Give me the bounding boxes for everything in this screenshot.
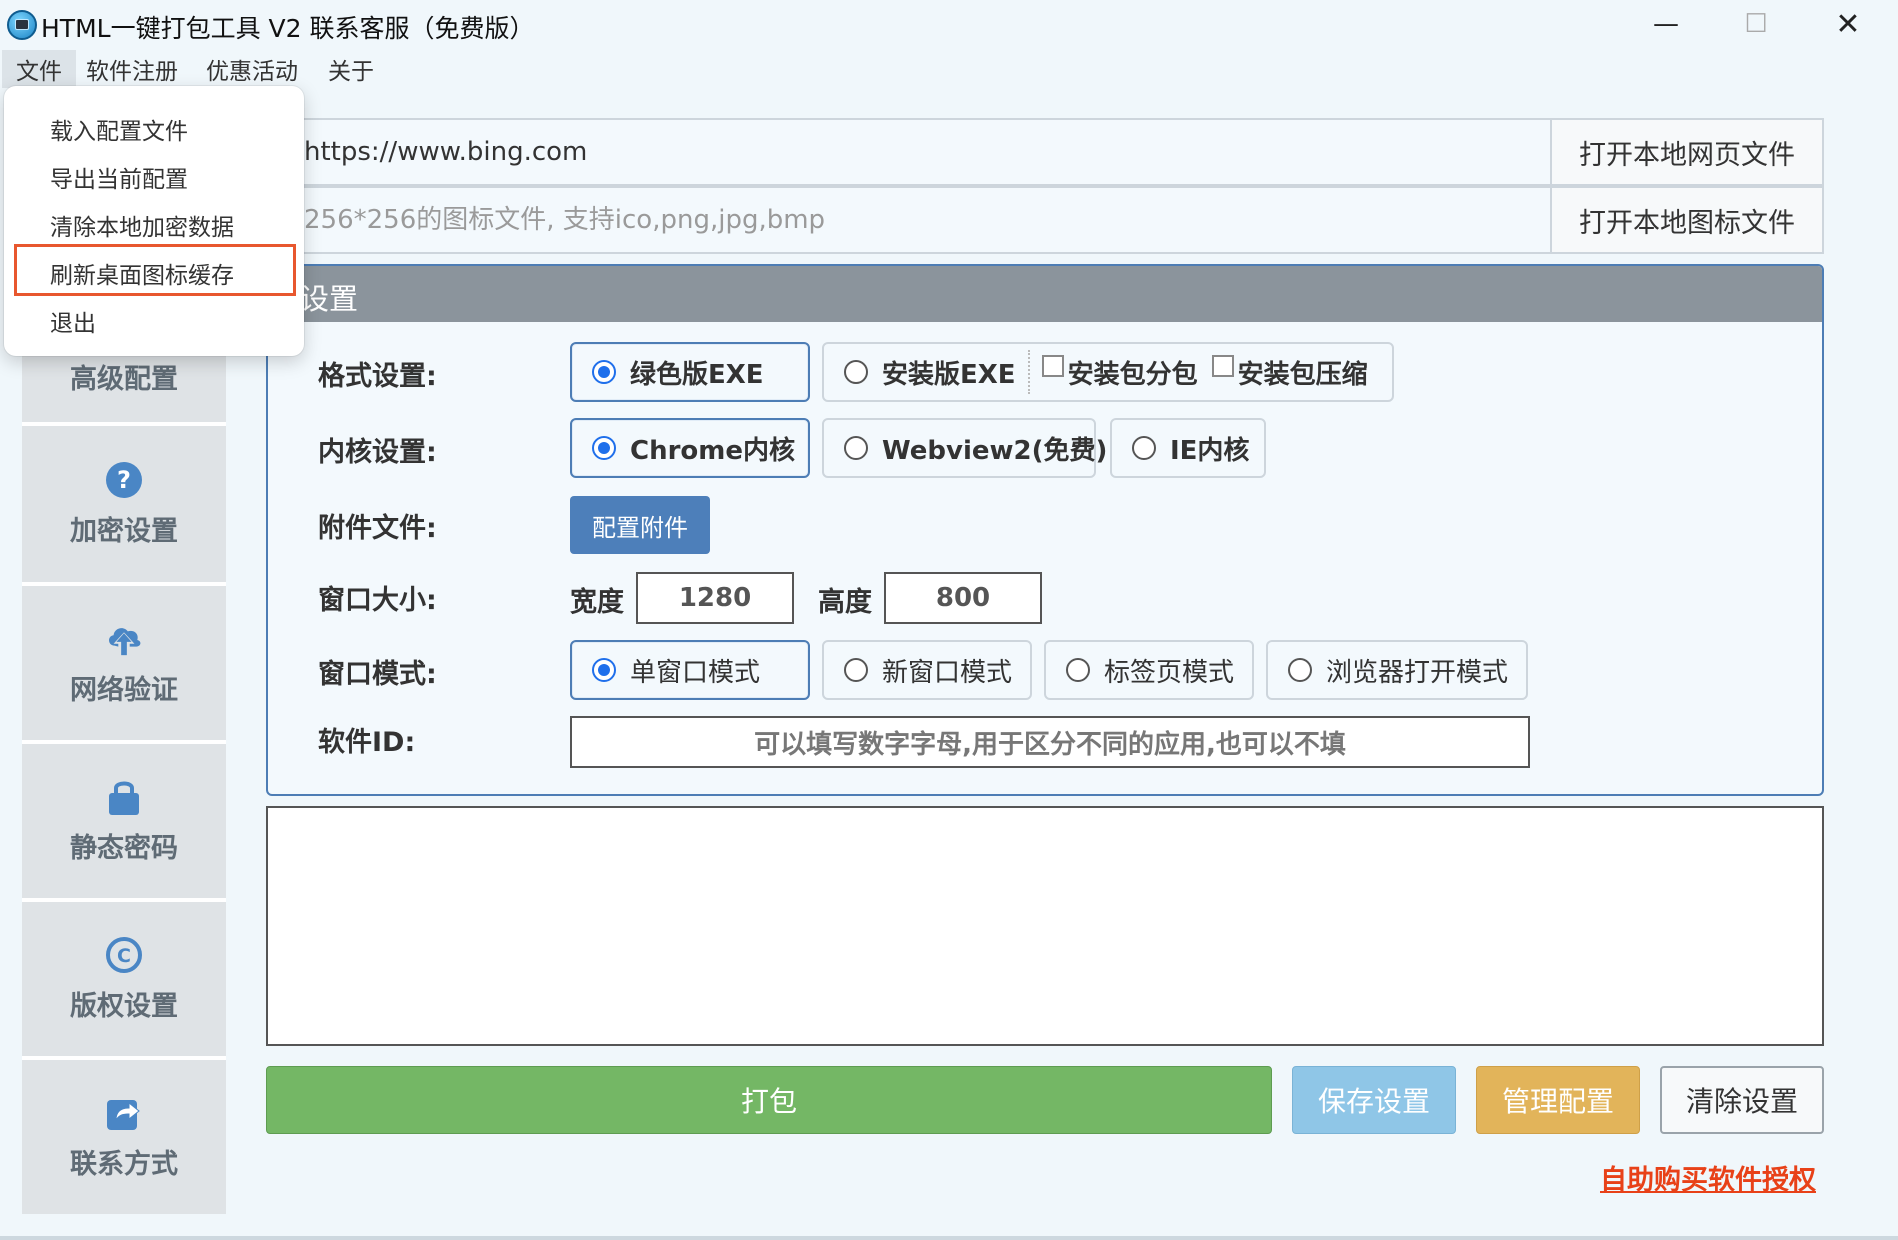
app-id-label: 软件ID: [318,727,416,758]
open-local-webpage-button[interactable]: 打开本地网页文件 [1550,120,1822,184]
open-local-icon-button[interactable]: 打开本地图标文件 [1550,188,1822,252]
radio-icon [1288,658,1312,682]
sidebar-item-password[interactable]: 静态密码 [22,744,226,902]
sidebar-item-contact[interactable]: 联系方式 [22,1060,226,1214]
settings-header [268,266,1822,322]
question-circle-icon: ? [105,461,143,499]
compress-package-checkbox[interactable]: 安装包压缩 [1211,354,1368,391]
menu-promo[interactable]: 优惠活动 [192,50,312,88]
option-label: 新窗口模式 [882,657,1013,688]
attachment-label: 附件文件: [318,513,437,544]
format-option-portable[interactable]: 绿色版EXE [570,342,810,402]
icon-path-input[interactable] [268,188,1550,252]
kernel-option-chrome[interactable]: Chrome内核 [570,418,810,478]
width-label: 宽度 [570,587,624,618]
clear-settings-button[interactable]: 清除设置 [1660,1066,1824,1134]
radio-icon [1132,436,1156,460]
checkbox-label: 安装包分包 [1067,359,1198,390]
share-icon [105,1094,143,1132]
maximize-button[interactable]: ☐ [1710,0,1802,48]
option-label: Chrome内核 [630,435,796,466]
divider [1027,350,1030,394]
format-option-installer[interactable]: 安装版EXE [844,354,1016,391]
copyright-icon: C [105,936,143,974]
radio-selected-icon [592,436,616,460]
menu-item-export-config[interactable]: 导出当前配置 [50,160,188,194]
sidebar-item-label: 加密设置 [70,515,178,547]
kernel-option-ie[interactable]: IE内核 [1110,418,1266,478]
radio-selected-icon [592,360,616,384]
width-input[interactable]: 1280 [636,572,794,624]
close-button[interactable]: ✕ [1802,0,1894,48]
app-id-input[interactable]: 可以填写数字字母,用于区分不同的应用,也可以不填 [570,716,1530,768]
height-label: 高度 [818,587,872,618]
cloud-upload-icon [105,620,143,658]
menu-item-load-config[interactable]: 载入配置文件 [50,112,188,146]
sidebar-item-label: 静态密码 [70,832,178,864]
sidebar-item-label: 版权设置 [70,990,178,1022]
menu-about[interactable]: 关于 [314,50,388,88]
sidebar-item-label: 网络验证 [70,674,178,706]
window-mode-label: 窗口模式: [318,659,437,690]
radio-icon [844,658,868,682]
lock-icon [105,778,143,816]
mode-option-browser[interactable]: 浏览器打开模式 [1266,640,1528,700]
radio-icon [1066,658,1090,682]
sidebar-item-network[interactable]: 网络验证 [22,586,226,744]
app-icon [7,10,37,40]
window-size-label: 窗口大小: [318,585,437,616]
settings-title: 设置 [300,282,359,316]
height-input[interactable]: 800 [884,572,1042,624]
radio-icon [844,436,868,460]
manage-config-button[interactable]: 管理配置 [1476,1066,1640,1134]
window-title: HTML一键打包工具 V2 联系客服（免费版） [41,14,535,43]
option-label: Webview2(免费) [882,435,1108,466]
icon-row: 打开本地图标文件 [266,186,1824,254]
save-settings-button[interactable]: 保存设置 [1292,1066,1456,1134]
menu-register[interactable]: 软件注册 [72,50,192,88]
log-output-area[interactable] [266,806,1824,1046]
url-row: 打开本地网页文件 [266,118,1824,186]
split-package-checkbox[interactable]: 安装包分包 [1041,354,1198,391]
kernel-label: 内核设置: [318,437,437,468]
option-label: IE内核 [1170,435,1250,466]
configure-attachment-button[interactable]: 配置附件 [570,496,710,554]
option-label: 安装版EXE [882,359,1016,390]
kernel-option-webview2[interactable]: Webview2(免费) [822,418,1107,478]
sidebar-item-label: 高级配置 [70,363,178,395]
option-label: 单窗口模式 [630,657,761,688]
pack-button[interactable]: 打包 [266,1066,1272,1134]
svg-text:?: ? [117,466,131,494]
option-label: 标签页模式 [1104,657,1235,688]
option-label: 绿色版EXE [630,359,764,390]
sidebar-item-copyright[interactable]: C 版权设置 [22,902,226,1060]
buy-license-link[interactable]: 自助购买软件授权 [1600,1158,1816,1197]
checkbox-icon [1211,355,1234,377]
menu-item-clear-encrypted-data[interactable]: 清除本地加密数据 [50,208,234,242]
menu-item-exit[interactable]: 退出 [50,304,96,338]
checkbox-label: 安装包压缩 [1237,359,1368,390]
mode-option-single-window[interactable]: 单窗口模式 [570,640,810,700]
sidebar-item-label: 联系方式 [70,1148,178,1180]
menu-file[interactable]: 文件 [2,50,76,88]
checkbox-icon [1041,355,1064,377]
mode-option-new-window[interactable]: 新窗口模式 [822,640,1032,700]
minimize-button[interactable]: — [1620,0,1712,48]
radio-selected-icon [592,658,616,682]
radio-icon [844,360,868,384]
format-label: 格式设置: [318,361,437,392]
svg-text:C: C [117,945,131,967]
window-bottom-edge [0,1236,1898,1240]
mode-option-tabs[interactable]: 标签页模式 [1044,640,1254,700]
url-input[interactable] [268,120,1550,184]
menu-item-refresh-icon-cache[interactable]: 刷新桌面图标缓存 [50,256,234,290]
option-label: 浏览器打开模式 [1326,657,1509,688]
format-option-group: 安装版EXE 安装包分包 安装包压缩 [822,342,1394,402]
sidebar-item-encrypt[interactable]: ? 加密设置 [22,426,226,586]
